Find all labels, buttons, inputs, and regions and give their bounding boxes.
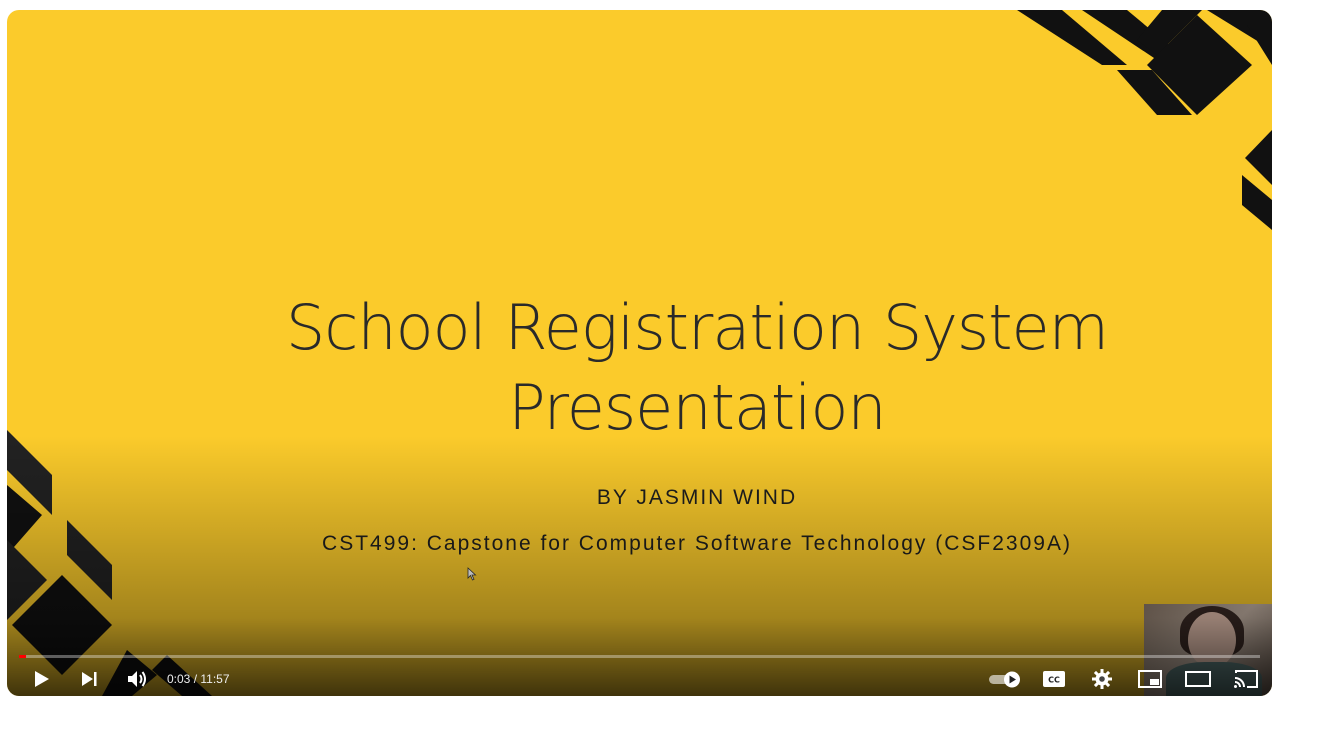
video-player[interactable]: School Registration System Presentation … [7,10,1272,696]
theater-mode-icon [1185,671,1211,687]
theater-mode-button[interactable] [1174,662,1222,696]
duration: 11:57 [200,672,230,686]
player-controls: 0:03 / 11:57 CC [7,662,1272,696]
captions-icon: CC [1043,671,1065,687]
next-button[interactable] [65,662,113,696]
mouse-cursor-icon [467,567,477,581]
time-display: 0:03 / 11:57 [167,672,230,686]
current-time: 0:03 [167,672,191,686]
slide-course: CST499: Capstone for Computer Software T… [322,532,1072,555]
play-icon [35,671,49,687]
cast-button[interactable] [1222,662,1270,696]
time-separator: / [190,672,201,686]
settings-button[interactable] [1078,662,1126,696]
miniplayer-button[interactable] [1126,662,1174,696]
miniplayer-icon [1138,670,1162,688]
cast-icon [1234,670,1258,688]
progress-played [19,655,27,658]
slide-title-line2: Presentation [508,371,886,444]
svg-text:CC: CC [1048,676,1060,685]
volume-button[interactable] [113,662,161,696]
progress-bar[interactable] [19,655,1260,658]
settings-gear-icon [1092,669,1112,689]
volume-icon [128,671,146,687]
autoplay-toggle-icon [989,671,1020,688]
slide-title: School Registration System Presentation [7,288,1272,448]
slide-author: BY JASMIN WIND [596,486,798,509]
play-button[interactable] [17,662,65,696]
next-icon [82,672,97,686]
video-frame: School Registration System Presentation … [7,10,1272,696]
slide-title-line1: School Registration System [285,291,1109,364]
captions-button[interactable]: CC [1030,662,1078,696]
autoplay-toggle[interactable] [982,662,1030,696]
